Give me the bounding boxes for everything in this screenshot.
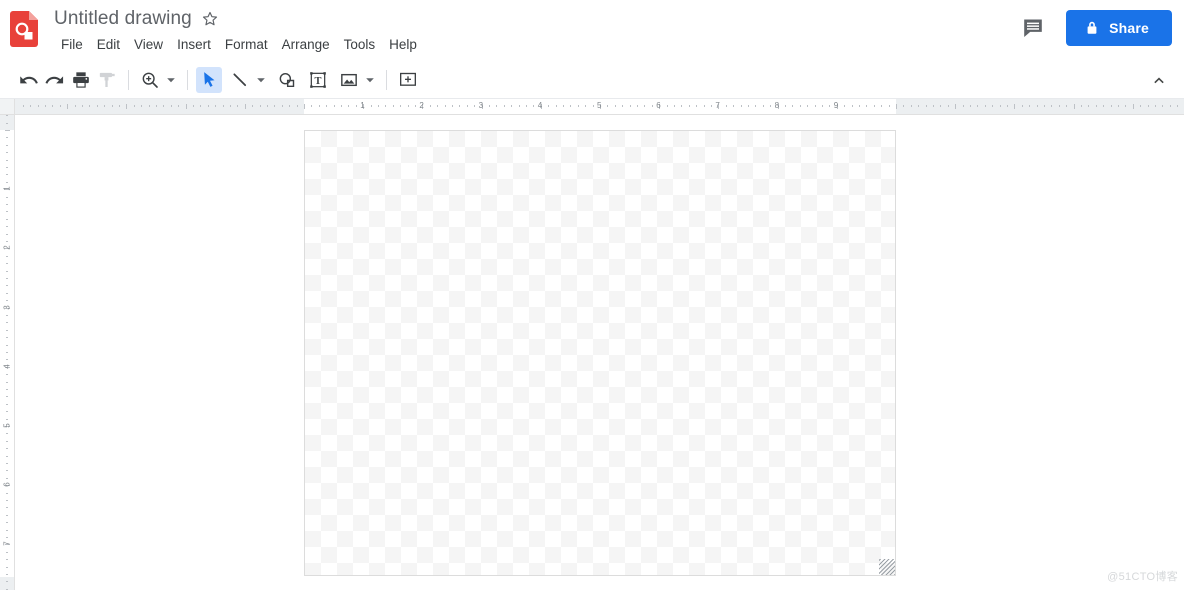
share-button[interactable]: Share bbox=[1066, 9, 1172, 46]
text-box-tool-button[interactable]: T bbox=[305, 67, 331, 93]
menu-item-help[interactable]: Help bbox=[382, 34, 424, 56]
print-button[interactable] bbox=[68, 67, 94, 93]
h-ruler-label: 6 bbox=[656, 101, 661, 110]
svg-text:T: T bbox=[315, 76, 322, 87]
chevron-up-icon bbox=[1154, 77, 1164, 84]
undo-button[interactable] bbox=[16, 67, 42, 93]
lock-icon bbox=[1087, 21, 1097, 34]
h-ruler-label: 4 bbox=[537, 101, 543, 110]
paint-format-button[interactable] bbox=[94, 67, 120, 93]
menu-item-insert[interactable]: Insert bbox=[170, 34, 218, 56]
chevron-down-icon bbox=[167, 78, 175, 83]
paint-format-icon bbox=[99, 72, 115, 87]
menu-item-arrange[interactable]: Arrange bbox=[275, 34, 337, 56]
title-row: Untitled drawing bbox=[46, 6, 1184, 32]
v-ruler-label: 5 bbox=[2, 423, 12, 428]
canvas-container bbox=[304, 130, 896, 576]
print-icon bbox=[73, 72, 89, 88]
google-drawings-logo-svg bbox=[10, 11, 38, 47]
shape-tool-button[interactable] bbox=[274, 67, 300, 93]
menu-item-view[interactable]: View bbox=[127, 34, 170, 56]
h-ruler-label: 7 bbox=[715, 101, 720, 110]
add-comment-button[interactable] bbox=[395, 67, 421, 93]
redo-button[interactable] bbox=[42, 67, 68, 93]
header-actions: Share bbox=[1016, 0, 1184, 55]
zoom-button[interactable] bbox=[137, 67, 163, 93]
h-ruler-label: 2 bbox=[419, 101, 424, 110]
line-dropdown-caret[interactable] bbox=[253, 67, 269, 93]
app-header: Untitled drawing File Edit View Insert F… bbox=[0, 0, 1184, 62]
v-ruler-label: 4 bbox=[2, 364, 12, 369]
drawing-work-area: 1 2 3 4 5 6 7 @51CTO博客 bbox=[0, 115, 1184, 590]
collapse-toolbar-button[interactable] bbox=[1146, 67, 1172, 93]
v-ruler-label: 2 bbox=[2, 245, 12, 251]
share-button-label: Share bbox=[1109, 19, 1149, 36]
select-tool-button[interactable] bbox=[196, 67, 222, 93]
h-ruler-label: 3 bbox=[478, 101, 484, 110]
horizontal-ruler[interactable]: 1 2 3 4 5 6 7 8 9 bbox=[0, 99, 1184, 115]
comment-icon bbox=[1024, 19, 1042, 37]
menu-item-format[interactable]: Format bbox=[218, 34, 275, 56]
menu-item-edit[interactable]: Edit bbox=[90, 34, 127, 56]
document-title[interactable]: Untitled drawing bbox=[46, 6, 198, 32]
line-icon bbox=[233, 73, 247, 87]
drawing-canvas[interactable] bbox=[304, 130, 896, 576]
cursor-arrow-icon bbox=[204, 72, 215, 87]
h-ruler-label: 1 bbox=[360, 101, 365, 110]
watermark: @51CTO博客 bbox=[1107, 571, 1178, 583]
toolbar-divider-3 bbox=[386, 70, 387, 90]
toolbar-divider-2 bbox=[187, 70, 188, 90]
ruler-corner bbox=[0, 99, 15, 114]
chevron-down-icon bbox=[366, 78, 374, 83]
h-ruler-label: 9 bbox=[833, 101, 839, 110]
line-tool-button[interactable] bbox=[227, 67, 253, 93]
undo-icon bbox=[20, 76, 38, 84]
shape-icon bbox=[279, 72, 295, 88]
h-ruler-label: 5 bbox=[597, 101, 602, 110]
v-ruler-label: 1 bbox=[2, 186, 12, 191]
v-ruler-label: 6 bbox=[2, 482, 12, 487]
main-toolbar: T bbox=[0, 62, 1184, 99]
title-and-menu: Untitled drawing File Edit View Insert F… bbox=[46, 6, 1184, 56]
chevron-down-icon bbox=[257, 78, 265, 83]
image-dropdown-caret[interactable] bbox=[362, 67, 378, 93]
zoom-dropdown-caret[interactable] bbox=[163, 67, 179, 93]
v-ruler-label: 3 bbox=[2, 304, 12, 310]
resize-grip-icon[interactable] bbox=[879, 559, 895, 575]
vertical-ruler[interactable]: 1 2 3 4 5 6 7 bbox=[0, 115, 15, 590]
menu-item-tools[interactable]: Tools bbox=[337, 34, 383, 56]
text-box-icon: T bbox=[310, 72, 326, 88]
zoom-in-icon bbox=[142, 72, 158, 88]
image-tool-button[interactable] bbox=[336, 67, 362, 93]
redo-icon bbox=[45, 76, 64, 84]
star-outline-icon[interactable] bbox=[200, 9, 220, 29]
image-icon bbox=[341, 73, 357, 87]
v-ruler-label: 7 bbox=[2, 541, 12, 547]
add-comment-icon bbox=[400, 72, 417, 86]
h-ruler-label: 8 bbox=[774, 101, 780, 110]
comment-history-button[interactable] bbox=[1016, 11, 1050, 45]
menu-item-file[interactable]: File bbox=[54, 34, 90, 56]
google-drawings-logo-icon[interactable] bbox=[10, 11, 38, 47]
toolbar-divider-1 bbox=[128, 70, 129, 90]
menu-bar: File Edit View Insert Format Arrange Too… bbox=[46, 34, 1184, 56]
